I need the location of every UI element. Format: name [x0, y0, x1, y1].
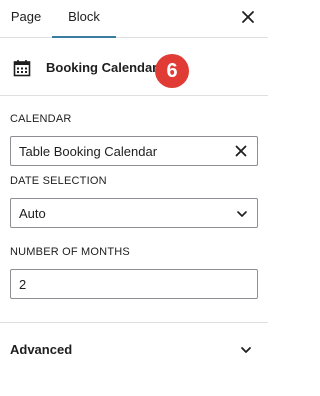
calendar-icon	[13, 60, 31, 77]
calendar-label: CALENDAR	[10, 113, 72, 125]
chevron-down-icon	[241, 347, 251, 353]
tab-block[interactable]: Block	[52, 0, 116, 38]
date-selection-label: DATE SELECTION	[10, 175, 107, 187]
calendar-field[interactable]	[10, 136, 258, 166]
block-header: Booking Calendar 6	[0, 38, 268, 96]
number-of-months-field[interactable]	[10, 269, 258, 299]
advanced-panel-toggle[interactable]: Advanced	[0, 323, 268, 375]
clear-icon[interactable]	[233, 143, 249, 159]
date-selection-select[interactable]: Auto	[10, 198, 258, 228]
number-of-months-label: NUMBER OF MONTHS	[10, 246, 130, 258]
tab-page[interactable]: Page	[0, 0, 52, 38]
chevron-down-icon	[237, 211, 247, 217]
sidebar-tabs: Page Block	[0, 0, 268, 38]
date-selection-value: Auto	[19, 206, 46, 221]
number-of-months-input[interactable]	[11, 270, 221, 298]
close-icon[interactable]	[238, 7, 258, 27]
advanced-label: Advanced	[10, 342, 73, 357]
step-badge: 6	[155, 54, 189, 88]
block-title: Booking Calendar	[46, 60, 158, 75]
calendar-input[interactable]	[11, 137, 221, 165]
